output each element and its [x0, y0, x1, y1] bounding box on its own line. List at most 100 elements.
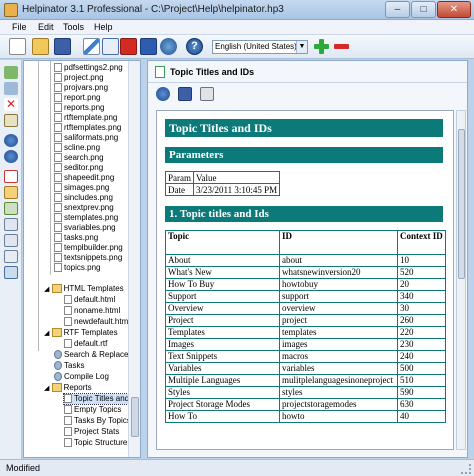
close-button[interactable]: ✕	[437, 1, 471, 18]
tree-item[interactable]: simages.png	[54, 183, 109, 193]
tree-item-tasks[interactable]: Tasks	[54, 361, 84, 371]
table-row: How To Buy howtobuy 20	[165, 278, 446, 291]
move-down-icon[interactable]	[4, 150, 18, 163]
resize-grip[interactable]	[461, 464, 471, 474]
menu-help[interactable]: Help	[94, 22, 113, 32]
tree-item[interactable]: reports.png	[54, 103, 104, 113]
tree-item[interactable]: Tasks By Topics	[64, 416, 131, 426]
tree-scrollbar[interactable]	[128, 61, 140, 457]
minimize-button[interactable]: –	[385, 1, 410, 18]
tree-item[interactable]: templbuilder.png	[54, 243, 123, 253]
tree-item[interactable]: textsnippets.png	[54, 253, 122, 263]
tree-item[interactable]: Project Stats	[64, 427, 119, 437]
refresh-icon[interactable]	[156, 87, 170, 101]
delete-icon[interactable]: ✕	[4, 98, 18, 111]
tree-item[interactable]: noname.html	[64, 306, 120, 316]
table-row: Images images 230	[165, 338, 446, 351]
help-icon[interactable]: ?	[186, 38, 203, 55]
copy-icon[interactable]	[4, 82, 18, 95]
title-bar: Helpinator 3.1 Professional - C:\Project…	[0, 0, 474, 20]
variables-icon[interactable]	[4, 234, 18, 247]
file-icon	[54, 263, 62, 272]
search-icon[interactable]	[4, 266, 18, 279]
tree-item[interactable]: rtftemplate.png	[54, 113, 117, 123]
globe-icon[interactable]	[160, 38, 177, 55]
report-body: Topic Titles and IDs Parameters Param Va…	[165, 119, 446, 423]
template-icon[interactable]	[4, 218, 18, 231]
new-document-icon[interactable]	[9, 38, 26, 55]
collapse-icon[interactable]: ◢	[44, 385, 49, 392]
tree-item[interactable]: stemplates.png	[54, 213, 118, 223]
tree-item[interactable]: snextprev.png	[54, 203, 114, 213]
file-icon	[54, 113, 62, 122]
report-scroll-thumb[interactable]	[458, 129, 465, 279]
parameters-heading: Parameters	[165, 147, 443, 163]
remove-icon[interactable]	[333, 38, 350, 55]
link-icon[interactable]	[4, 170, 18, 183]
collapse-icon[interactable]: ◢	[44, 286, 49, 293]
tree-item[interactable]: sincludes.png	[54, 193, 113, 203]
report-document[interactable]: Topic Titles and IDs Parameters Param Va…	[156, 110, 454, 450]
language-select[interactable]: English (United States) ▼	[212, 40, 308, 54]
html-export-icon[interactable]	[102, 38, 119, 55]
add-topic-icon[interactable]	[4, 66, 18, 79]
save-icon[interactable]	[54, 38, 71, 55]
menu-bar: File Edit Tools Help	[0, 20, 474, 35]
menu-tools[interactable]: Tools	[63, 22, 84, 32]
tree-item[interactable]: scline.png	[54, 143, 100, 153]
word-icon[interactable]	[140, 38, 157, 55]
tree-item[interactable]: seditor.png	[54, 163, 103, 173]
project-tree[interactable]: pdfsettings2.png project.png projvars.pn…	[23, 60, 141, 458]
tree-item[interactable]: shapeedit.png	[54, 173, 114, 183]
chevron-down-icon[interactable]: ▼	[296, 41, 307, 53]
tree-item[interactable]: tasks.png	[54, 233, 98, 243]
pencil-icon[interactable]	[83, 38, 100, 55]
app-icon	[4, 3, 18, 17]
tree-item[interactable]: saliformats.png	[54, 133, 118, 143]
image-icon[interactable]	[4, 202, 18, 215]
topics-table: Topic ID Context ID About about 10 What's N…	[165, 230, 446, 423]
tree-item[interactable]: pdfsettings2.png	[54, 63, 123, 73]
tree-item-topic-titles[interactable]: Topic Titles and IDs	[63, 393, 129, 405]
document-icon	[155, 66, 165, 78]
move-up-icon[interactable]	[4, 134, 18, 147]
window-title: Helpinator 3.1 Professional - C:\Project…	[22, 4, 284, 15]
tree-item[interactable]: projvars.png	[54, 83, 108, 93]
status-text: Modified	[6, 463, 41, 473]
tree-item-search-replace[interactable]: Search & Replace	[54, 350, 128, 360]
report-icon	[64, 416, 72, 425]
add-icon[interactable]	[313, 38, 330, 55]
tree-folder-reports[interactable]: ◢ Reports	[44, 383, 92, 393]
tree-item[interactable]: default.rtf	[64, 339, 107, 349]
pane-title: Topic Titles and IDs	[170, 67, 255, 77]
tree-item[interactable]: project.png	[54, 73, 104, 83]
search-replace-icon	[54, 350, 62, 359]
tree-item[interactable]: newdefault.html	[64, 317, 130, 327]
tree-item[interactable]: Topic Structure	[64, 438, 127, 448]
language-value: English (United States)	[215, 42, 297, 51]
report-scrollbar[interactable]	[456, 110, 466, 450]
tree-item[interactable]: search.png	[54, 153, 104, 163]
open-folder-icon[interactable]	[32, 38, 49, 55]
pdf-icon[interactable]	[120, 38, 137, 55]
snippet-icon[interactable]	[4, 250, 18, 263]
tree-item[interactable]: topics.png	[54, 263, 100, 273]
tree-folder-rtf-templates[interactable]: ◢ RTF Templates	[44, 328, 118, 338]
tree-item-compile-log[interactable]: Compile Log	[54, 372, 109, 382]
tree-item[interactable]: svariables.png	[54, 223, 116, 233]
menu-edit[interactable]: Edit	[38, 22, 54, 32]
tree-item[interactable]: default.html	[64, 295, 115, 305]
parameters-table: Param Value Date 3/23/2011 3:10:45 PM	[165, 171, 281, 196]
edit-icon[interactable]	[4, 114, 18, 127]
print-icon[interactable]	[200, 87, 214, 101]
menu-file[interactable]: File	[12, 22, 27, 32]
tree-folder-html-templates[interactable]: ◢ HTML Templates	[44, 284, 124, 294]
tree-item[interactable]: rtftemplates.png	[54, 123, 121, 133]
folder-icon[interactable]	[4, 186, 18, 199]
tree-scroll-thumb[interactable]	[131, 397, 139, 437]
tree-item[interactable]: report.png	[54, 93, 100, 103]
collapse-icon[interactable]: ◢	[44, 330, 49, 337]
maximize-button[interactable]: □	[411, 1, 436, 18]
save-report-icon[interactable]	[178, 87, 192, 101]
tree-item[interactable]: Empty Topics	[64, 405, 121, 415]
